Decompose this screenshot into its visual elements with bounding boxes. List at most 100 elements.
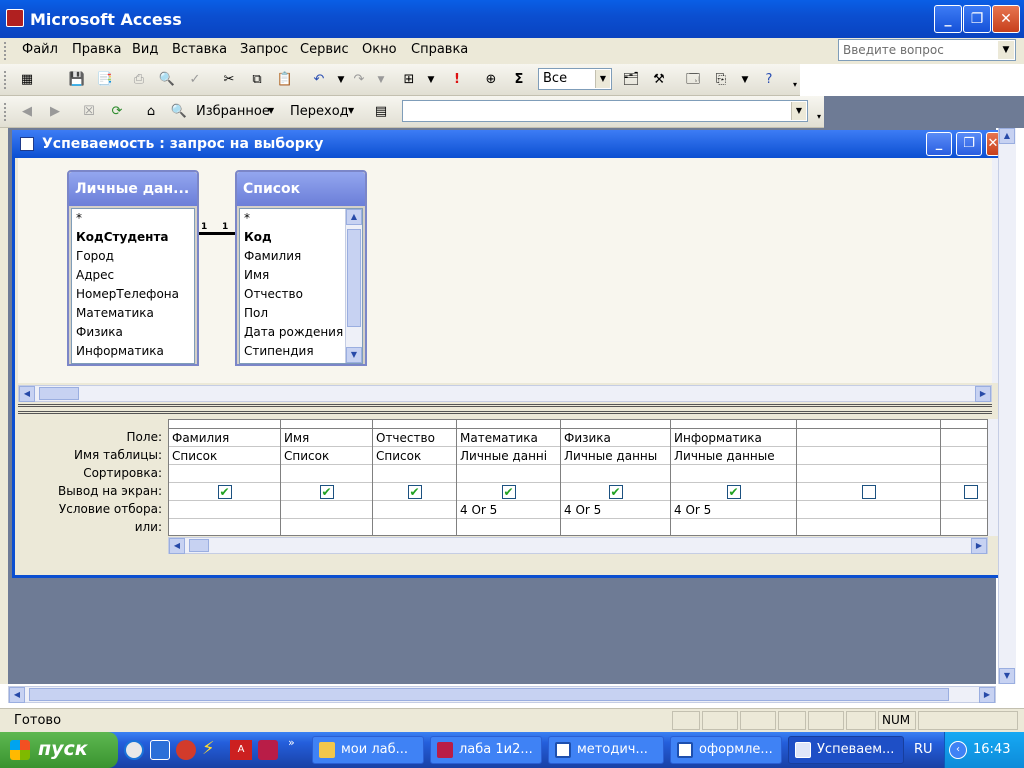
show-checkbox-checked[interactable]: ✔ [217, 485, 232, 499]
field-item-key[interactable]: Код [240, 228, 362, 247]
favorites-menu[interactable]: Избранное [196, 104, 270, 119]
grid-cell-criteria[interactable]: 4 Or 5 [457, 501, 560, 519]
field-item[interactable]: Адрес [72, 266, 194, 285]
grid-cell-table[interactable]: Список [373, 447, 456, 465]
copy-icon[interactable]: ⧉ [248, 71, 266, 89]
field-item[interactable]: Фамилия [240, 247, 362, 266]
goto-dropdown-icon[interactable]: ▼ [348, 106, 354, 115]
column-selector[interactable] [281, 420, 372, 429]
grid-cell-field[interactable]: Имя [281, 429, 372, 447]
scroll-up-icon[interactable]: ▲ [999, 128, 1015, 144]
grid-cell-field[interactable]: Фамилия [169, 429, 280, 447]
language-indicator[interactable]: RU [914, 742, 933, 757]
favorites-dropdown-icon[interactable]: ▼ [268, 106, 274, 115]
access-app-icon[interactable] [6, 9, 24, 27]
column-selector[interactable] [671, 420, 796, 429]
print-preview-icon[interactable]: 🔍 [158, 71, 176, 89]
undo-dropdown-icon[interactable]: ▼ [332, 71, 350, 89]
grid-cell-sort[interactable] [671, 465, 796, 483]
show-checkbox[interactable] [963, 485, 978, 499]
view-icon[interactable]: ▦ [18, 71, 36, 89]
grid-cell-or[interactable] [797, 519, 940, 535]
grid-cell-table[interactable]: Список [169, 447, 280, 465]
scroll-down-icon[interactable]: ▼ [346, 347, 362, 363]
field-item[interactable]: Имя [240, 266, 362, 285]
taskbar-task[interactable]: методич... [548, 736, 664, 764]
grid-cell-field[interactable]: Информатика [671, 429, 796, 447]
column-selector[interactable] [373, 420, 456, 429]
media-player-icon[interactable] [124, 740, 144, 760]
chevron-right-icon[interactable]: » [288, 736, 295, 749]
grid-cell-table[interactable]: Личные данні [457, 447, 560, 465]
relationship-line[interactable] [199, 232, 236, 235]
taskbar-task[interactable]: лаба 1и2... [430, 736, 542, 764]
grid-cell-criteria[interactable] [169, 501, 280, 519]
grid-cell-field[interactable]: Отчество [373, 429, 456, 447]
grid-cell-show[interactable]: ✔ [169, 483, 280, 501]
spelling-icon[interactable]: ✓ [186, 71, 204, 89]
grid-cell-sort[interactable] [797, 465, 940, 483]
column-selector[interactable] [169, 420, 280, 429]
new-object-icon[interactable]: ⎘ [712, 71, 730, 89]
workspace-vertical-scrollbar[interactable]: ▲ ▼ [998, 128, 1016, 684]
scroll-up-icon[interactable]: ▲ [346, 209, 362, 225]
column-selector[interactable] [561, 420, 670, 429]
toolbar-grip[interactable] [4, 71, 7, 89]
grid-column[interactable]: Отчество Список ✔ [373, 420, 457, 535]
minimize-button[interactable]: _ [934, 5, 962, 33]
table-list-title[interactable]: Список [237, 172, 365, 206]
column-selector[interactable] [457, 420, 560, 429]
field-item[interactable]: Математика [72, 304, 194, 323]
lightning-icon[interactable]: ⚡ [202, 738, 222, 760]
grid-cell-field[interactable]: Математика [457, 429, 560, 447]
menu-insert[interactable]: Вставка [172, 42, 227, 57]
field-item[interactable]: Дата рождения [240, 323, 362, 342]
scroll-left-icon[interactable]: ◀ [169, 538, 185, 554]
grid-cell-show[interactable] [941, 483, 987, 501]
grid-cell-or[interactable] [169, 519, 280, 535]
grid-cell-table[interactable]: Список [281, 447, 372, 465]
grid-cell-sort[interactable] [561, 465, 670, 483]
redo-dropdown-icon[interactable]: ▼ [372, 71, 390, 89]
maximize-button[interactable]: ❐ [963, 5, 991, 33]
workspace-horizontal-scrollbar[interactable]: ◀ ▶ [8, 686, 996, 703]
grid-cell-criteria[interactable] [941, 501, 987, 519]
grid-vertical-scrollbar[interactable] [988, 419, 998, 536]
search-web-icon[interactable]: 🔍 [170, 103, 188, 121]
grid-cell-or[interactable] [281, 519, 372, 535]
grid-cell-sort[interactable] [457, 465, 560, 483]
grid-cell-table[interactable] [797, 447, 940, 465]
table-personal-data-title[interactable]: Личные дан... [69, 172, 197, 206]
paste-icon[interactable]: 📋 [276, 71, 294, 89]
menu-file[interactable]: Файл [22, 42, 58, 57]
grid-cell-field[interactable]: Физика [561, 429, 670, 447]
menu-tools[interactable]: Сервис [300, 42, 349, 57]
grid-cell-show[interactable]: ✔ [561, 483, 670, 501]
access-quicklaunch-icon[interactable] [258, 740, 278, 760]
help-dropdown-arrow[interactable]: ▼ [998, 41, 1014, 59]
child-maximize-button[interactable]: ❐ [956, 132, 982, 156]
goto-menu[interactable]: Переход [290, 104, 349, 119]
grid-cell-show[interactable]: ✔ [457, 483, 560, 501]
help-icon[interactable]: ? [760, 71, 778, 89]
undo-icon[interactable]: ↶ [310, 71, 328, 89]
grid-cell-show[interactable]: ✔ [281, 483, 372, 501]
grid-column[interactable]: Фамилия Список ✔ [169, 420, 281, 535]
grid-cell-table[interactable]: Личные данны [561, 447, 670, 465]
scroll-thumb[interactable] [347, 229, 361, 327]
field-item[interactable]: Пол [240, 304, 362, 323]
show-checkbox-checked[interactable]: ✔ [319, 485, 334, 499]
grid-cell-or[interactable] [373, 519, 456, 535]
show-checkbox-checked[interactable]: ✔ [501, 485, 516, 499]
start-button[interactable]: пуск [0, 732, 118, 768]
new-object-dropdown-icon[interactable]: ▼ [736, 71, 754, 89]
query-type-dropdown-icon[interactable]: ▼ [422, 71, 440, 89]
show-checkbox-checked[interactable]: ✔ [726, 485, 741, 499]
grid-column[interactable]: Физика Личные данны ✔ 4 Or 5 [561, 420, 671, 535]
child-minimize-button[interactable]: _ [926, 132, 952, 156]
grid-cell-table[interactable]: Личные данные [671, 447, 796, 465]
stop-icon[interactable]: ☒ [80, 103, 98, 121]
field-item[interactable]: * [240, 209, 362, 228]
grid-cell-or[interactable] [561, 519, 670, 535]
show-checkbox-checked[interactable]: ✔ [608, 485, 623, 499]
